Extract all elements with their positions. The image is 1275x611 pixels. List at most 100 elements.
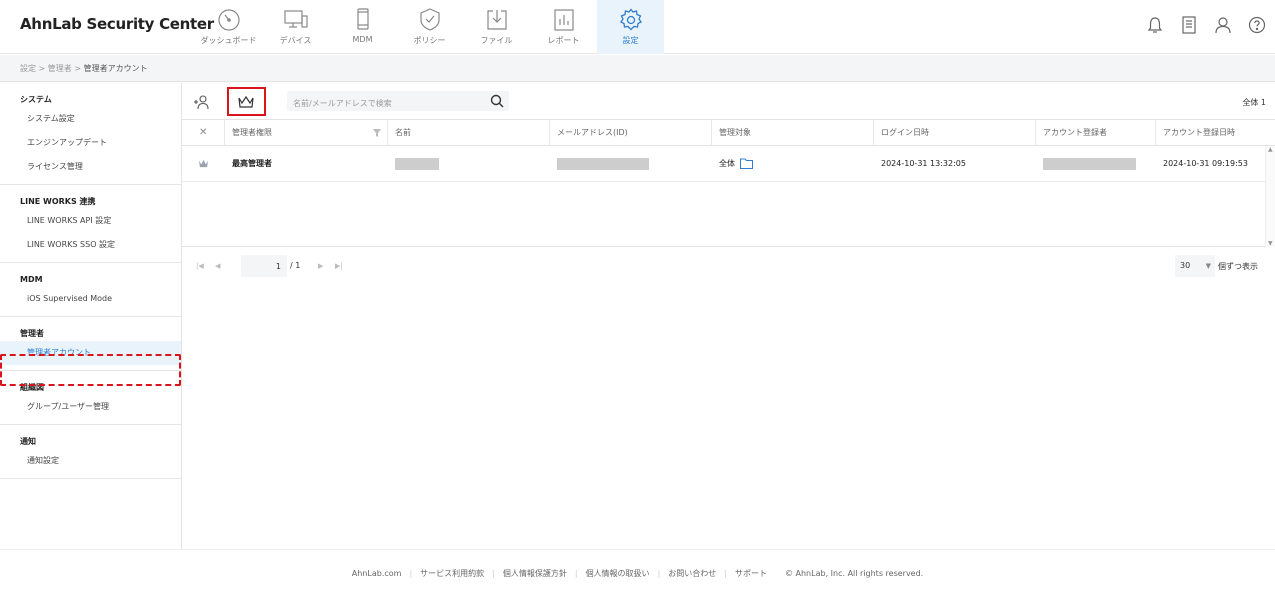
sidebar-section-title: MDM: [20, 275, 43, 284]
nav-device[interactable]: デバイス: [262, 0, 329, 54]
sidebar-item-lineworks-api[interactable]: LINE WORKS API 設定: [0, 209, 181, 233]
sidebar-section-title: 組織図: [20, 383, 44, 392]
footer-link-privacy-policy[interactable]: 個人情報保護方針: [503, 569, 567, 578]
breadcrumb-bar: 設定 > 管理者 > 管理者アカウント: [0, 55, 1275, 82]
breadcrumb-admin[interactable]: 管理者: [48, 64, 72, 73]
footer-link-support[interactable]: サポート: [735, 569, 767, 578]
admin-table: ✕ 管理者権限 名前 メールアドレス(ID) 管理対象 ログイン日時 アカウント…: [182, 120, 1275, 247]
nav-settings[interactable]: 設定: [597, 0, 664, 54]
footer-separator: |: [574, 569, 578, 578]
bell-icon: [1147, 17, 1163, 33]
notification-button[interactable]: [1145, 14, 1165, 36]
nav-file[interactable]: ファイル: [463, 0, 530, 54]
prev-page-button[interactable]: ◀: [215, 262, 220, 270]
column-header-registered[interactable]: アカウント登録日時: [1156, 120, 1265, 146]
column-header-role[interactable]: 管理者権限: [225, 120, 388, 146]
sidebar-item-admin-account[interactable]: 管理者アカウント: [0, 341, 181, 365]
nav-label: ファイル: [480, 36, 513, 45]
app-logo[interactable]: AhnLab Security Center: [20, 15, 214, 33]
sidebar-item-lineworks-sso[interactable]: LINE WORKS SSO 設定: [0, 233, 181, 257]
table-scrollbar[interactable]: ▲ ▼: [1265, 146, 1275, 247]
sidebar-item-license[interactable]: ライセンス管理: [0, 155, 181, 179]
row-registrant: [1036, 146, 1156, 181]
footer-link-contact[interactable]: お問い合わせ: [668, 569, 716, 578]
footer-link-ahnlab[interactable]: AhnLab.com: [352, 569, 402, 578]
column-header-label: 管理者権限: [232, 128, 272, 137]
sidebar-section-admin: 管理者 管理者アカウント: [0, 317, 181, 371]
row-target-label: 全体: [719, 159, 735, 168]
table-row[interactable]: 最高管理者 全体 2024-10-31 13:32:05 2024-10-31 …: [182, 146, 1275, 182]
pagination: |◀ ◀ / 1 ▶ ▶| 30 ▼ 個ずつ表示: [182, 247, 1275, 287]
column-header-registrant[interactable]: アカウント登録者: [1036, 120, 1156, 146]
next-page-button[interactable]: ▶: [318, 262, 323, 270]
shield-check-icon: [419, 8, 440, 31]
sidebar-section-notify: 通知 通知設定: [0, 425, 181, 479]
caret-down-icon: ▼: [1205, 262, 1211, 270]
nav-label: 設定: [622, 36, 639, 45]
sidebar-item-group-user[interactable]: グループ/ユーザー管理: [0, 395, 181, 419]
user-button[interactable]: [1213, 14, 1233, 36]
sidebar-section-mdm: MDM iOS Supervised Mode: [0, 263, 181, 317]
sidebar-section-title: システム: [20, 95, 52, 104]
row-email: [550, 146, 712, 181]
sidebar-item-system-settings[interactable]: システム設定: [0, 107, 181, 131]
folder-icon[interactable]: [739, 158, 753, 169]
phone-icon: [356, 8, 369, 30]
nav-label: レポート: [547, 36, 580, 45]
row-login: 2024-10-31 13:32:05: [881, 159, 966, 168]
breadcrumb-settings[interactable]: 設定: [20, 64, 36, 73]
breadcrumb: 設定 > 管理者 > 管理者アカウント: [20, 63, 148, 74]
page-total: / 1: [290, 261, 301, 270]
sidebar-item-notify-settings[interactable]: 通知設定: [0, 449, 181, 473]
nav-dashboard[interactable]: ダッシュボード: [195, 0, 262, 54]
sidebar-item-ios-supervised[interactable]: iOS Supervised Mode: [0, 287, 181, 311]
notes-button[interactable]: [1179, 14, 1199, 36]
row-crown-cell: [182, 146, 225, 181]
nav-label: デバイス: [279, 36, 312, 45]
gauge-icon: [217, 9, 240, 31]
nav-report[interactable]: レポート: [530, 0, 597, 54]
sidebar-section-title: LINE WORKS 連携: [20, 197, 96, 206]
column-header-email[interactable]: メールアドレス(ID): [550, 120, 712, 146]
main-nav: ダッシュボード デバイス MDM ポリシー ファイル レポート 設定: [195, 0, 664, 54]
scroll-down-arrow[interactable]: ▼: [1268, 240, 1273, 247]
add-admin-button[interactable]: [190, 91, 214, 113]
footer-link-privacy-handling[interactable]: 個人情報の取扱い: [586, 569, 650, 578]
nav-mdm[interactable]: MDM: [329, 0, 396, 54]
first-page-button[interactable]: |◀: [196, 262, 204, 270]
sidebar-item-engine-update[interactable]: エンジンアップデート: [0, 131, 181, 155]
nav-label: ダッシュボード: [200, 36, 257, 45]
table-body: 最高管理者 全体 2024-10-31 13:32:05 2024-10-31 …: [182, 146, 1275, 247]
column-header-login[interactable]: ログイン日時: [874, 120, 1036, 146]
filter-icon[interactable]: [373, 129, 381, 137]
help-button[interactable]: [1247, 14, 1267, 36]
page-number-input[interactable]: [241, 255, 287, 277]
scroll-up-arrow[interactable]: ▲: [1268, 146, 1273, 153]
nav-policy[interactable]: ポリシー: [396, 0, 463, 54]
total-count: 全体 1: [1242, 98, 1266, 107]
footer: AhnLab.com | サービス利用約款 | 個人情報保護方針 | 個人情報の取扱い | お問…: [0, 549, 1275, 611]
column-header-target[interactable]: 管理対象: [712, 120, 874, 146]
highlight-annotation-box: [227, 87, 266, 116]
select-all-toggle[interactable]: ✕: [182, 120, 225, 146]
sidebar-section-org: 組織図 グループ/ユーザー管理: [0, 371, 181, 425]
redacted-block: [1043, 157, 1136, 170]
row-registered: 2024-10-31 09:19:53: [1163, 159, 1248, 168]
column-header-name[interactable]: 名前: [388, 120, 550, 146]
search-input[interactable]: [287, 93, 477, 114]
nav-label: ポリシー: [413, 36, 446, 45]
row-target: 全体: [712, 146, 874, 181]
breadcrumb-current: 管理者アカウント: [83, 64, 148, 73]
search-icon[interactable]: [489, 93, 505, 109]
add-user-icon: [194, 95, 209, 110]
page-size-value: 30: [1180, 261, 1191, 270]
page-size-select[interactable]: 30 ▼: [1175, 255, 1215, 277]
redacted-block: [557, 157, 649, 170]
redacted-block: [395, 157, 439, 170]
footer-separator: |: [492, 569, 495, 578]
footer-link-terms[interactable]: サービス利用約款: [420, 569, 484, 578]
last-page-button[interactable]: ▶|: [335, 262, 343, 270]
table-header: ✕ 管理者権限 名前 メールアドレス(ID) 管理対象 ログイン日時 アカウント…: [182, 120, 1275, 146]
sidebar: システム システム設定 エンジンアップデート ライセンス管理 LINE WORK…: [0, 83, 182, 549]
page-size-label: 個ずつ表示: [1218, 262, 1258, 271]
